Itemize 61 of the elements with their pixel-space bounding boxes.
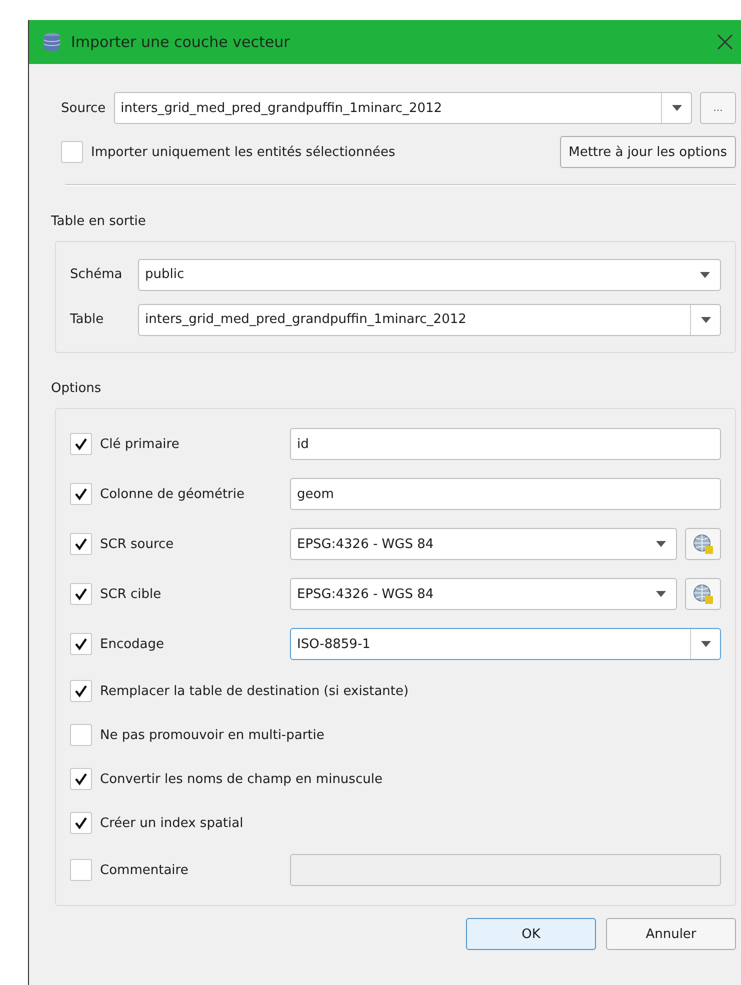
checkbox[interactable]: [70, 812, 92, 834]
checkbox[interactable]: [70, 583, 92, 605]
text-field[interactable]: geom: [290, 478, 721, 510]
checkbox[interactable]: [70, 483, 92, 505]
checkbox-label: Créer un index spatial: [100, 816, 244, 830]
window-title: Importer une couche vecteur: [71, 33, 291, 51]
check-icon: [74, 537, 88, 551]
check-icon: [74, 816, 88, 830]
checkbox-label: Encodage: [100, 636, 164, 652]
globe-icon: [692, 533, 714, 555]
crs-combo[interactable]: EPSG:4326 - WGS 84: [290, 528, 677, 560]
checkbox-label: Ne pas promouvoir en multi-partie: [100, 728, 324, 742]
checkbox-label: Remplacer la table de destination (si existante): [100, 684, 409, 698]
text-field[interactable]: id: [290, 428, 721, 460]
checkbox[interactable]: [70, 680, 92, 702]
checkbox-label: SCR source: [100, 536, 174, 552]
checkbox-label: Importer uniquement les entités sélectionnées: [91, 144, 396, 160]
check-icon: [74, 437, 88, 451]
table-combo[interactable]: public: [138, 258, 721, 290]
globe-icon: [692, 583, 714, 605]
source-label: Source: [61, 100, 106, 116]
checkbox-label: SCR cible: [100, 586, 162, 602]
checkbox[interactable]: [70, 433, 92, 455]
dropdown-caret-icon: [656, 591, 666, 597]
checkbox-label: Commentaire: [100, 862, 188, 878]
checkbox[interactable]: [70, 724, 92, 746]
dropdown-caret-icon: [672, 105, 682, 111]
check-icon: [74, 587, 88, 601]
checkbox-label: Colonne de géométrie: [100, 486, 245, 502]
database-icon: [43, 32, 61, 52]
checkbox[interactable]: [70, 768, 92, 790]
section-title: Options: [51, 381, 102, 396]
check-icon: [74, 637, 88, 651]
checkbox[interactable]: [70, 633, 92, 655]
check-icon: [74, 684, 88, 698]
text-field[interactable]: [290, 854, 721, 886]
check-icon: [74, 487, 88, 501]
crs-select-button[interactable]: [685, 578, 721, 610]
browse-button[interactable]: ...: [700, 92, 736, 124]
checkbox[interactable]: [70, 859, 92, 881]
update-options-button[interactable]: Mettre à jour les options: [560, 136, 736, 168]
dialog-button[interactable]: OK: [466, 918, 596, 950]
checkbox-label: Convertir les noms de champ en minuscule: [100, 772, 382, 786]
field-label: Table: [70, 312, 105, 327]
checkbox[interactable]: [70, 533, 92, 555]
dialog-button[interactable]: Annuler: [606, 918, 736, 950]
crs-select-button[interactable]: [685, 528, 721, 560]
dropdown-caret-icon: [700, 641, 710, 647]
crs-combo[interactable]: EPSG:4326 - WGS 84: [290, 578, 677, 610]
table-combo[interactable]: inters_grid_med_pred_grandpuffin_1minarc_2012: [138, 304, 721, 336]
close-icon[interactable]: [717, 34, 733, 50]
checkbox[interactable]: [61, 141, 83, 163]
dropdown-caret-icon: [700, 316, 710, 322]
source-combo[interactable]: inters_grid_med_pred_grandpuffin_1minarc_2012: [114, 92, 692, 124]
dropdown-caret-icon: [700, 272, 710, 278]
section-title: Table en sortie: [51, 214, 147, 229]
checkbox-label: Clé primaire: [100, 436, 180, 452]
field-label: Schéma: [70, 267, 124, 282]
encoding-combo[interactable]: ISO-8859-1: [290, 628, 721, 660]
dropdown-caret-icon: [656, 541, 666, 547]
check-icon: [74, 772, 88, 786]
